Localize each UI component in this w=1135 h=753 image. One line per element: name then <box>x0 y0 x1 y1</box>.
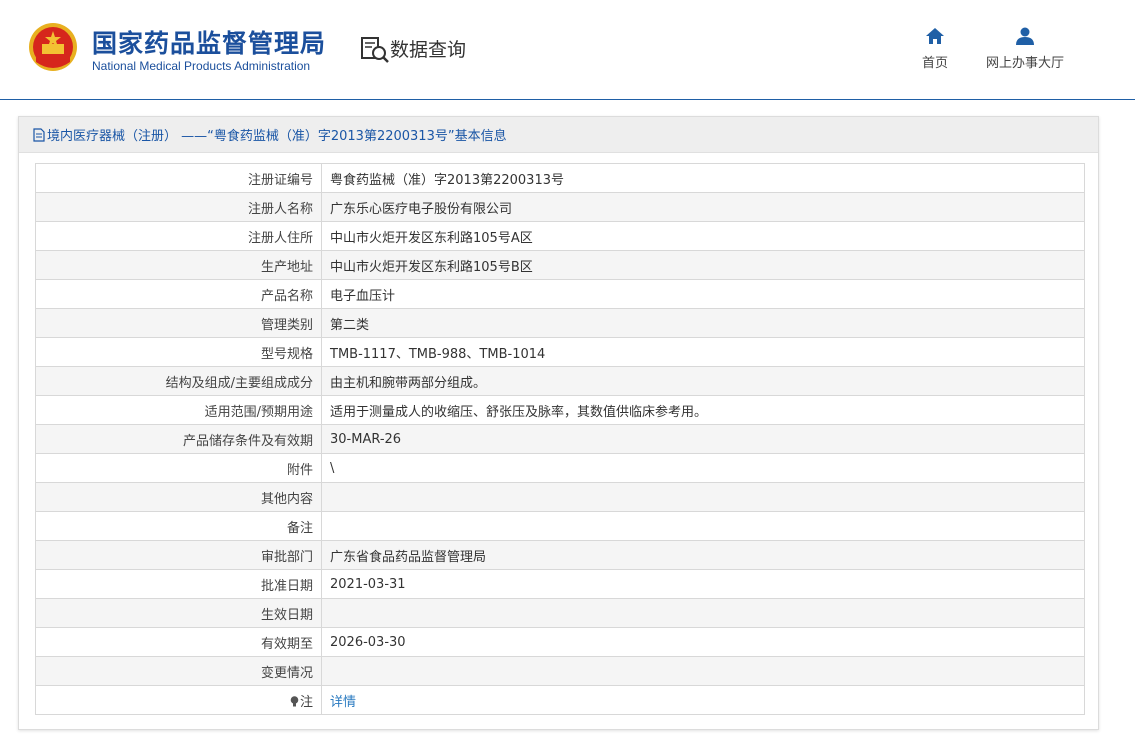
table-row: 生效日期 <box>35 598 1085 628</box>
row-label: 注册证编号 <box>35 163 322 193</box>
row-label: 产品储存条件及有效期 <box>35 424 322 454</box>
row-label: 变更情况 <box>35 656 322 686</box>
row-label: 生产地址 <box>35 250 322 280</box>
user-icon <box>1016 27 1034 45</box>
table-row: 注册人住所 中山市火炬开发区东利路105号A区 <box>35 221 1085 251</box>
panel-header: 境内医疗器械（注册） ——“粤食药监械（准）字2013第2200313号”基本信… <box>19 117 1098 153</box>
panel-title: 境内医疗器械（注册） ——“粤食药监械（准）字2013第2200313号”基本信… <box>47 129 507 144</box>
row-label: 注册人名称 <box>35 192 322 222</box>
nav-home-label: 首页 <box>921 56 948 71</box>
row-value: 广东乐心医疗电子股份有限公司 <box>321 192 1085 222</box>
detail-table: 注册证编号 粤食药监械（准）字2013第2200313号 注册人名称 广东乐心医… <box>35 163 1085 715</box>
lightbulb-icon <box>290 695 299 706</box>
row-label: 管理类别 <box>35 308 322 338</box>
row-value: 粤食药监械（准）字2013第2200313号 <box>321 163 1085 193</box>
row-value <box>321 656 1085 686</box>
national-emblem-icon <box>29 23 77 71</box>
row-label: 型号规格 <box>35 337 322 367</box>
row-label: 审批部门 <box>35 540 322 570</box>
row-label: 批准日期 <box>35 569 322 599</box>
table-row: 结构及组成/主要组成成分 由主机和腕带两部分组成。 <box>35 366 1085 396</box>
nav-online-hall-label: 网上办事大厅 <box>985 56 1064 71</box>
row-label: 适用范围/预期用途 <box>35 395 322 425</box>
table-row: 适用范围/预期用途 适用于测量成人的收缩压、舒张压及脉率，其数值供临床参考用。 <box>35 395 1085 425</box>
row-value: 中山市火炬开发区东利路105号B区 <box>321 250 1085 280</box>
table-row: 审批部门 广东省食品药品监督管理局 <box>35 540 1085 570</box>
document-icon <box>33 127 45 142</box>
row-value <box>321 511 1085 541</box>
row-value: 由主机和腕带两部分组成。 <box>321 366 1085 396</box>
table-row: 注册证编号 粤食药监械（准）字2013第2200313号 <box>35 163 1085 193</box>
note-label-cell: 注 <box>35 685 322 715</box>
row-label: 备注 <box>35 511 322 541</box>
section-title: 数据查询 <box>390 39 467 61</box>
row-value: 30-MAR-26 <box>321 424 1085 454</box>
table-row: 备注 <box>35 511 1085 541</box>
nav-online-hall[interactable]: 网上办事大厅 <box>982 26 1068 71</box>
row-label: 产品名称 <box>35 279 322 309</box>
row-value: 中山市火炬开发区东利路105号A区 <box>321 221 1085 251</box>
table-row: 型号规格 TMB-1117、TMB-988、TMB-1014 <box>35 337 1085 367</box>
row-label: 结构及组成/主要组成成分 <box>35 366 322 396</box>
row-label: 生效日期 <box>35 598 322 628</box>
details-link[interactable]: 详情 <box>330 695 356 710</box>
table-row: 批准日期 2021-03-31 <box>35 569 1085 599</box>
row-value: 适用于测量成人的收缩压、舒张压及脉率，其数值供临床参考用。 <box>321 395 1085 425</box>
row-value: 电子血压计 <box>321 279 1085 309</box>
org-name-en: National Medical Products Administration <box>92 59 311 73</box>
note-label: 注 <box>299 694 313 710</box>
row-value: 广东省食品药品监督管理局 <box>321 540 1085 570</box>
table-row: 变更情况 <box>35 656 1085 686</box>
row-value <box>321 482 1085 512</box>
table-row: 管理类别 第二类 <box>35 308 1085 338</box>
table-row: 附件 \ <box>35 453 1085 483</box>
table-row: 生产地址 中山市火炬开发区东利路105号B区 <box>35 250 1085 280</box>
table-row: 有效期至 2026-03-30 <box>35 627 1085 657</box>
table-row: 产品储存条件及有效期 30-MAR-26 <box>35 424 1085 454</box>
table-row: 产品名称 电子血压计 <box>35 279 1085 309</box>
row-value: 2021-03-31 <box>321 569 1085 599</box>
data-query-icon <box>361 37 389 63</box>
row-label: 注册人住所 <box>35 221 322 251</box>
row-label: 附件 <box>35 453 322 483</box>
row-value: 第二类 <box>321 308 1085 338</box>
table-row: 注册人名称 广东乐心医疗电子股份有限公司 <box>35 192 1085 222</box>
row-value <box>321 598 1085 628</box>
row-value: 2026-03-30 <box>321 627 1085 657</box>
row-label: 其他内容 <box>35 482 322 512</box>
row-value: TMB-1117、TMB-988、TMB-1014 <box>321 337 1085 367</box>
table-row: 其他内容 <box>35 482 1085 512</box>
detail-panel: 境内医疗器械（注册） ——“粤食药监械（准）字2013第2200313号”基本信… <box>18 116 1099 730</box>
home-icon <box>926 28 944 44</box>
row-label: 有效期至 <box>35 627 322 657</box>
row-value: \ <box>321 453 1085 483</box>
nav-home[interactable]: 首页 <box>915 26 955 71</box>
site-header: 国家药品监督管理局 National Medical Products Admi… <box>0 0 1135 100</box>
note-row: 注 详情 <box>35 685 1085 715</box>
org-name-cn: 国家药品监督管理局 <box>92 29 327 58</box>
note-value-cell: 详情 <box>321 685 1085 715</box>
